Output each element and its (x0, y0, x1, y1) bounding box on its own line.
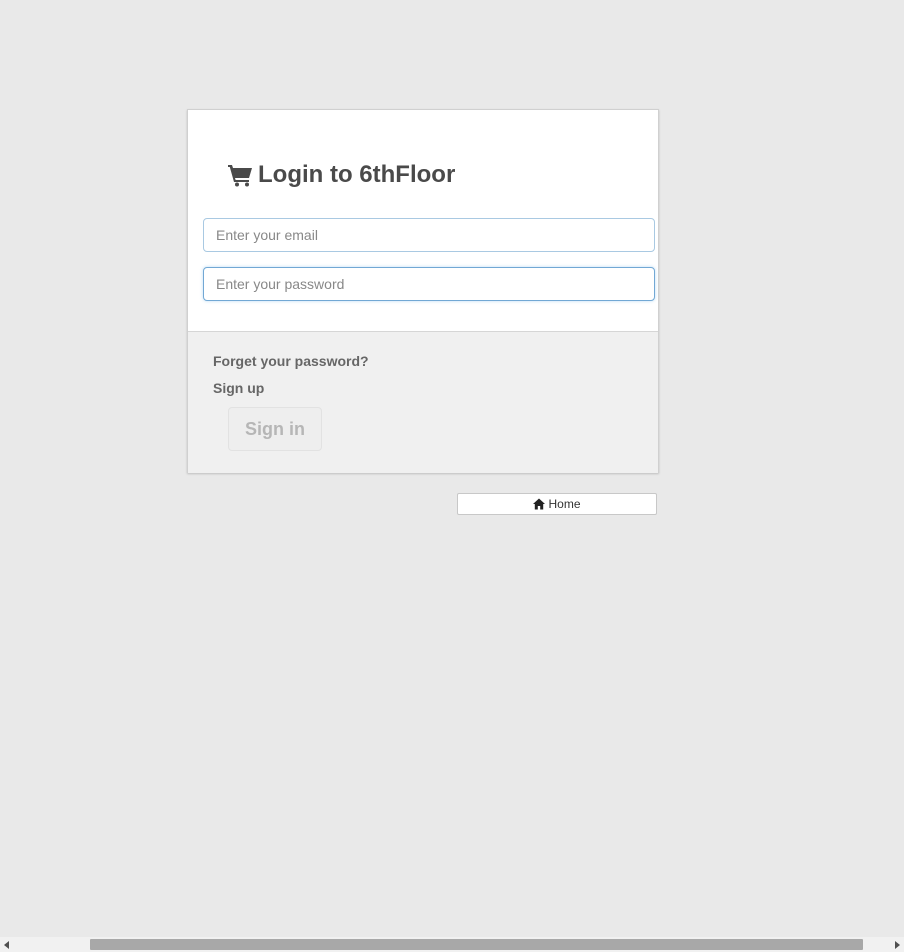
forgot-password-link[interactable]: Forget your password? (213, 353, 369, 369)
login-actions: Forget your password? Sign up Sign in (188, 331, 658, 473)
home-icon (533, 498, 546, 510)
home-button[interactable]: Home (457, 493, 657, 515)
scroll-left-icon[interactable] (0, 937, 14, 952)
login-card: Login to 6thFloor Forget your password? … (187, 109, 659, 473)
shopping-cart-icon (228, 163, 253, 187)
scrollbar-thumb[interactable] (90, 939, 863, 950)
horizontal-scrollbar[interactable] (0, 937, 904, 952)
title-text: Login to 6thFloor (258, 161, 456, 188)
login-form-body: Login to 6thFloor (188, 110, 658, 331)
email-field[interactable] (203, 218, 655, 252)
scroll-right-icon[interactable] (890, 937, 904, 952)
sign-up-link[interactable]: Sign up (213, 380, 264, 396)
password-field[interactable] (203, 267, 655, 301)
page-title: Login to 6thFloor (228, 160, 455, 190)
sign-in-button[interactable]: Sign in (228, 407, 322, 451)
home-label: Home (548, 497, 581, 511)
